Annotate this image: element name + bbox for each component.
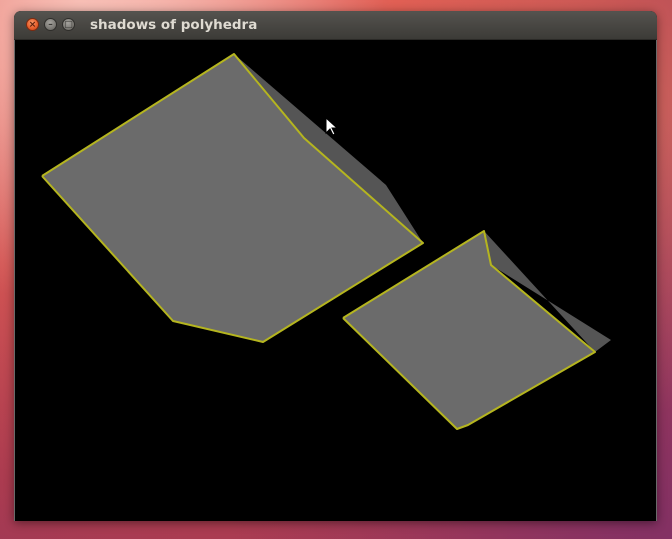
- title-bar[interactable]: × – □ shadows of polyhedra: [14, 11, 657, 40]
- window-title: shadows of polyhedra: [90, 17, 258, 33]
- close-button[interactable]: ×: [26, 18, 39, 31]
- minimize-button[interactable]: –: [44, 18, 57, 31]
- maximize-button[interactable]: □: [62, 18, 75, 31]
- mouse-cursor-icon: [325, 116, 339, 136]
- scene-svg: [41, 53, 611, 430]
- render-canvas[interactable]: [14, 40, 657, 521]
- shadow-top-face: [42, 54, 423, 342]
- app-window: × – □ shadows of polyhedra: [14, 11, 657, 521]
- shadow-polygon-large: [41, 53, 424, 343]
